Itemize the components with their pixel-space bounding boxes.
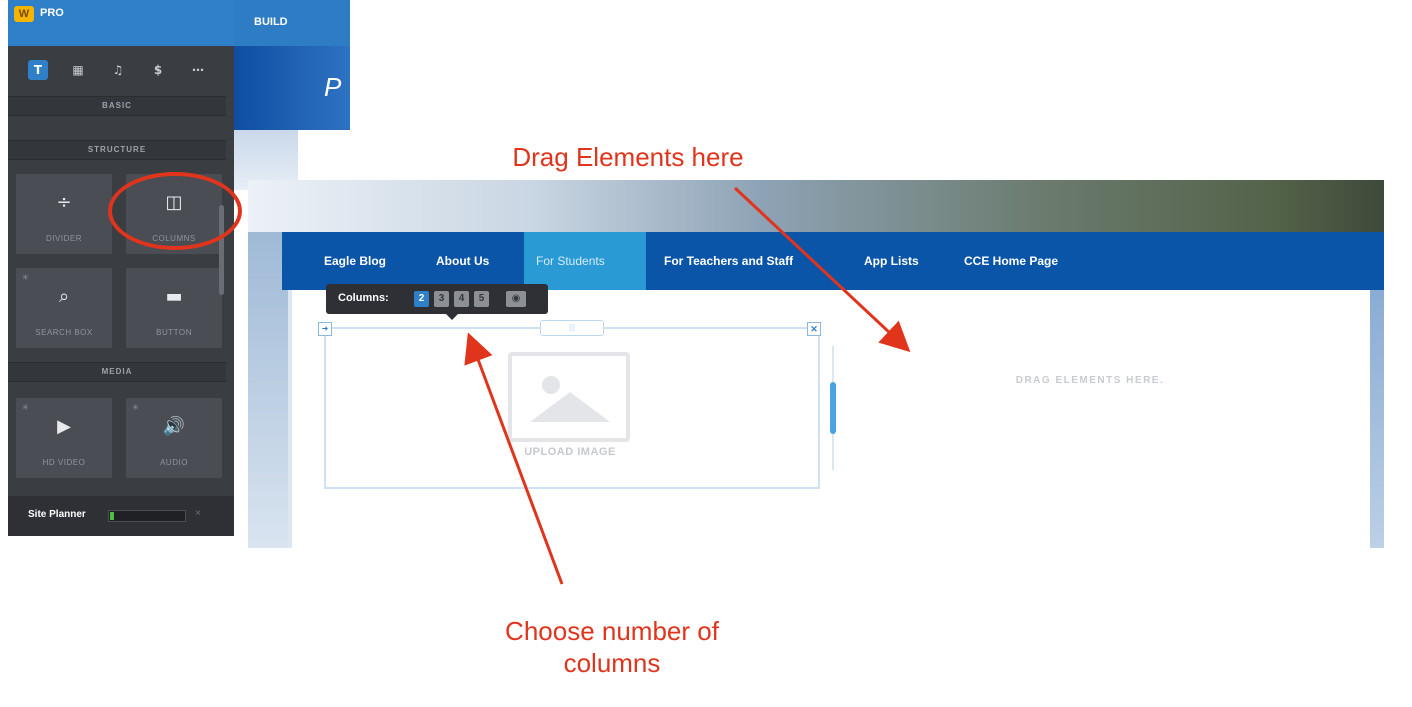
annotation-choose-columns-line1: Choose number of (505, 616, 719, 646)
choose-columns-arrow (464, 332, 564, 585)
drag-here-arrow (733, 186, 911, 353)
annotation-drag-elements: Drag Elements here (512, 142, 744, 172)
annotation-choose-columns-line2: columns (563, 648, 661, 678)
annotation-arrows (464, 186, 911, 585)
